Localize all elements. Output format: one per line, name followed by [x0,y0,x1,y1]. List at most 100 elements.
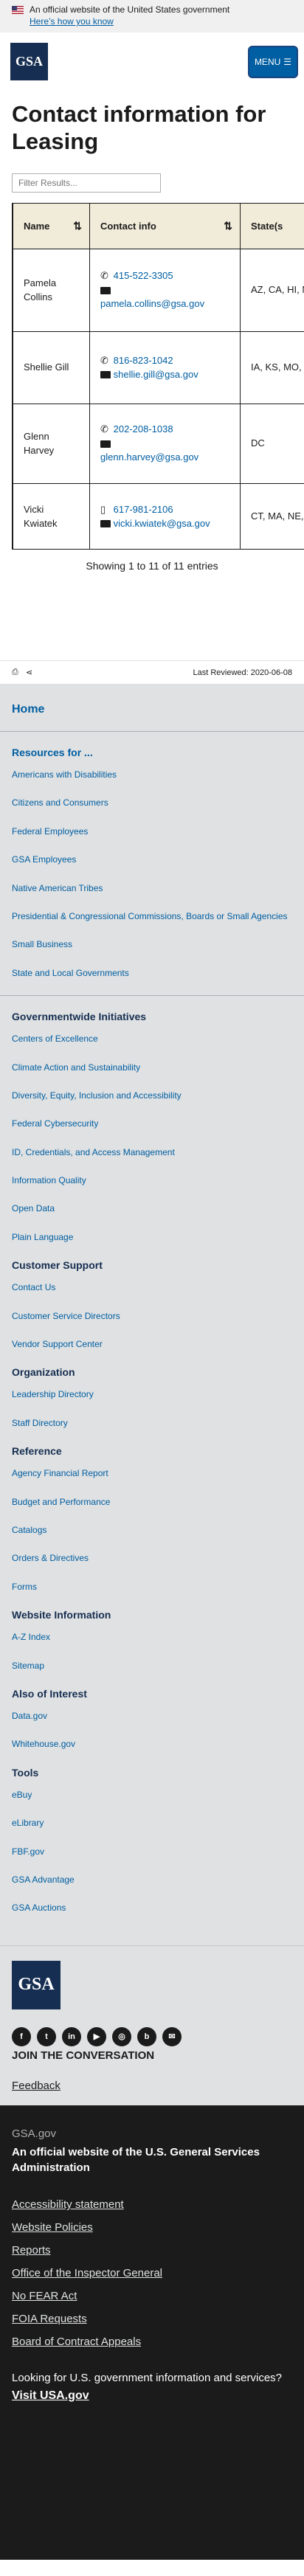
identifier-link[interactable]: FOIA Requests [12,2313,87,2325]
table-row: Vicki Kwiatek ▯ 617-981-2106 vicki.kwiat… [13,483,304,549]
phone-link[interactable]: 816-823-1042 [114,355,173,366]
footer-link[interactable]: Native American Tribes [12,882,292,895]
phone-icon: ✆ [100,270,108,282]
email-icon [100,520,111,528]
footer-section: Resources for ... Americans with Disabili… [12,747,292,980]
email-icon [100,440,111,448]
footer-link[interactable]: State and Local Governments [12,967,292,980]
footer-link[interactable]: Citizens and Consumers [12,797,292,809]
footer-link[interactable]: Catalogs [12,1524,292,1537]
identifier-link-item: Board of Contract Appeals [12,2336,292,2348]
footer-link[interactable]: eLibrary [12,1817,292,1829]
identifier-link[interactable]: No FEAR Act [12,2290,77,2302]
phone-link[interactable]: 415-522-3305 [114,270,173,281]
twitter-icon[interactable]: t [37,2026,56,2046]
footer-link[interactable]: FBF.gov [12,1846,292,1858]
identifier-link[interactable]: Accessibility statement [12,2198,124,2211]
footer-link[interactable]: Data.gov [12,1710,292,1722]
footer-link[interactable]: GSA Advantage [12,1874,292,1886]
site-header: GSA MENU ☰ [0,32,304,93]
footer-section: Also of Interest Data.gov Whitehouse.gov [12,1688,292,1751]
header-name[interactable]: Name ⇅ [13,203,90,249]
facebook-icon[interactable]: f [12,2026,31,2046]
social-links: f t in ▶ ◎ b ✉ [12,2026,292,2046]
footer-link[interactable]: Sitemap [12,1660,292,1672]
footer-link[interactable]: ID, Credentials, and Access Management [12,1146,292,1159]
footer-link[interactable]: A-Z Index [12,1631,292,1644]
identifier-domain: GSA.gov [12,2127,57,2140]
phone-icon: ✆ [100,354,108,366]
identifier: GSA.gov An official website of the U.S. … [0,2105,304,2560]
phone-link[interactable]: 202-208-1038 [114,423,173,434]
share-icon[interactable]: ⋖ [26,668,32,677]
footer-section-title: Also of Interest [12,1687,87,1700]
identifier-link[interactable]: Website Policies [12,2221,93,2234]
footer-section-title: Organization [12,1366,75,1379]
phone-link[interactable]: 617-981-2106 [114,504,173,515]
footer-link[interactable]: Customer Service Directors [12,1310,292,1323]
gsa-logo[interactable]: GSA [10,43,48,80]
filter-input[interactable] [12,173,161,193]
email-link[interactable]: vicki.kwiatek@gsa.gov [114,518,210,529]
footer-section-title: Customer Support [12,1259,103,1272]
footer-link[interactable]: Presidential & Congressional Commissions… [12,910,292,923]
sort-icon[interactable]: ⇅ [73,220,82,232]
footer-section: Customer Support Contact Us Customer Servi… [12,1259,292,1351]
contact-name: Pamela Collins [13,249,90,332]
linkedin-icon[interactable]: in [62,2026,81,2046]
footer-link[interactable]: Federal Employees [12,825,292,838]
footer-home-link[interactable]: Home [12,703,292,716]
heres-how-you-know-link[interactable]: Here’s how you know [30,16,114,27]
footer-link[interactable]: Americans with Disabilities [12,769,292,781]
contact-name: Glenn Harvey [13,404,90,484]
menu-label: MENU [254,57,281,67]
footer-link[interactable]: Small Business [12,938,292,951]
footer-link[interactable]: Climate Action and Sustainability [12,1062,292,1074]
footer-link[interactable]: Diversity, Equity, Inclusion and Accessi… [12,1090,292,1102]
contact-states: CT, MA, NE, NH, RI, VT [240,483,304,549]
footer-link[interactable]: Agency Financial Report [12,1467,292,1480]
contact-name: Vicki Kwiatek [13,483,90,549]
email-icon[interactable]: ✉ [162,2026,182,2046]
footer-link[interactable]: Budget and Performance [12,1496,292,1509]
footer-link[interactable]: Vendor Support Center [12,1338,292,1351]
table-info: Showing 1 to 11 of 11 entries [86,560,218,572]
email-link[interactable]: glenn.harvey@gsa.gov [100,451,198,463]
menu-button[interactable]: MENU ☰ [248,46,298,78]
footer-link[interactable]: eBuy [12,1789,292,1801]
footer-link[interactable]: Contact Us [12,1281,292,1294]
footer-link[interactable]: Federal Cybersecurity [12,1118,292,1130]
youtube-icon[interactable]: ▶ [87,2026,106,2046]
menu-icon: ☰ [283,57,292,67]
footer-link[interactable]: Orders & Directives [12,1552,292,1565]
footer-link[interactable]: Centers of Excellence [12,1033,292,1045]
header-contact[interactable]: Contact info ⇅ [89,203,241,249]
feedback-link[interactable]: Feedback [12,2080,292,2092]
footer-link[interactable]: Plain Language [12,1231,292,1244]
footer-link[interactable]: Open Data [12,1202,292,1215]
print-icon[interactable]: ⎙ [12,668,18,677]
footer-link[interactable]: GSA Employees [12,854,292,866]
identifier-link[interactable]: Reports [12,2244,51,2257]
footer-section-title[interactable]: Resources for ... [12,747,292,758]
blog-icon[interactable]: b [137,2026,156,2046]
page-title: Contact information for Leasing [12,101,266,155]
instagram-icon[interactable]: ◎ [112,2026,131,2046]
identifier-official: An official website of the U.S. General … [12,2145,260,2175]
email-link[interactable]: shellie.gill@gsa.gov [114,369,198,380]
visit-usa-link[interactable]: Visit USA.gov [12,2389,292,2403]
footer-link[interactable]: Whitehouse.gov [12,1738,292,1751]
contacts-table: Name ⇅ Contact info ⇅ State(s Pamela Colli… [12,203,304,550]
footer-link[interactable]: Leadership Directory [12,1388,292,1401]
identifier-link[interactable]: Board of Contract Appeals [12,2336,141,2348]
email-link[interactable]: pamela.collins@gsa.gov [100,298,204,309]
footer-link[interactable]: Information Quality [12,1174,292,1187]
footer-link[interactable]: Forms [12,1581,292,1593]
identifier-link[interactable]: Office of the Inspector General [12,2267,162,2279]
identifier-link-item: Accessibility statement [12,2198,292,2211]
sort-icon[interactable]: ⇅ [224,220,232,232]
footer-link[interactable]: Staff Directory [12,1417,292,1430]
gsa-footer-logo[interactable]: GSA [12,1960,61,2009]
footer-link[interactable]: GSA Auctions [12,1902,292,1914]
header-states[interactable]: State(s [240,203,304,249]
